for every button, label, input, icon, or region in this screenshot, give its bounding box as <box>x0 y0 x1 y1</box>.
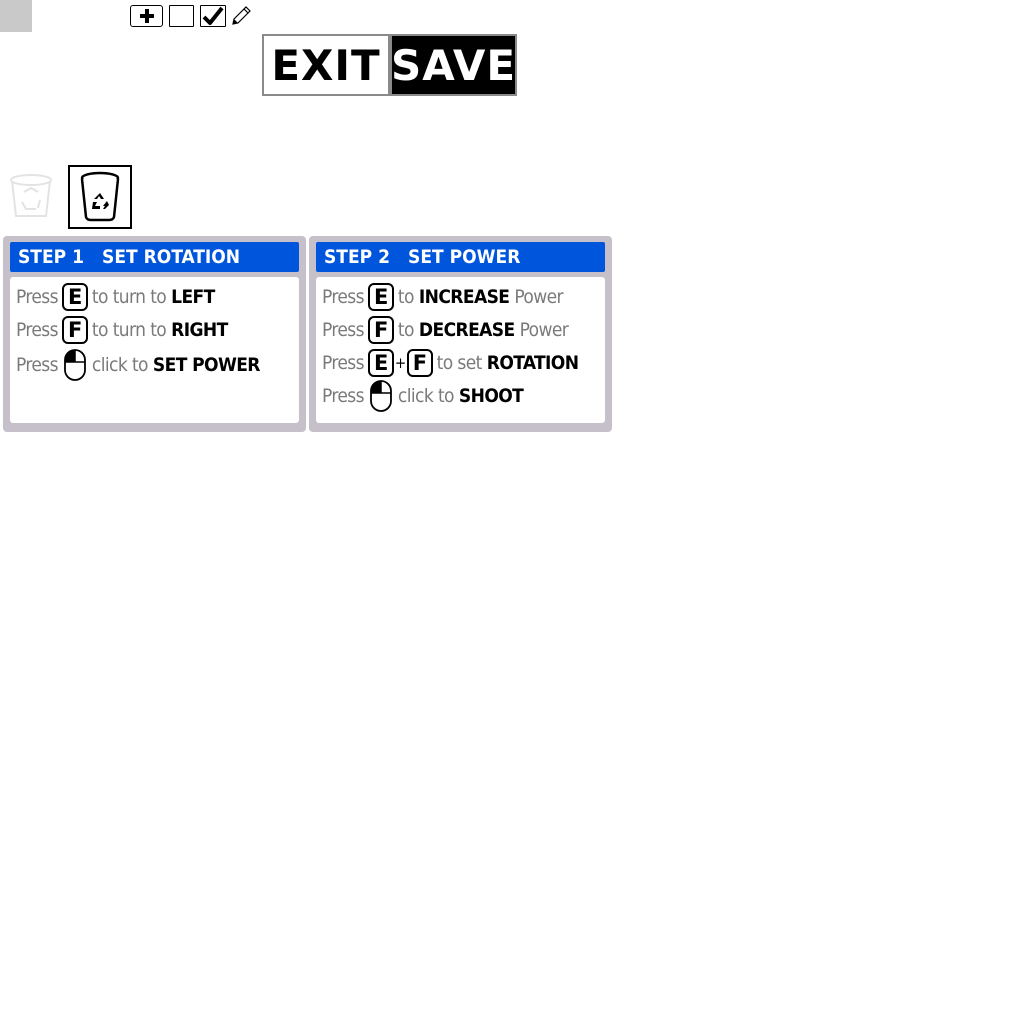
step-1-panel: STEP 1 SET ROTATION Press E to turn to L… <box>3 236 306 432</box>
instruction-line: Press click to SHOOT <box>322 380 524 412</box>
step-1-title: SET ROTATION <box>102 246 241 268</box>
action-text: INCREASE <box>418 286 510 308</box>
press-text: Press <box>322 385 365 407</box>
action-text: RIGHT <box>171 319 228 341</box>
press-text: Press <box>322 319 365 341</box>
instruction-text: click to <box>91 354 149 376</box>
instruction-line: Press E + F to set ROTATION <box>322 349 579 377</box>
step-2-title: SET POWER <box>408 246 521 268</box>
step-2-header: STEP 2 SET POWER <box>316 242 605 272</box>
step-2-label: STEP 2 <box>324 246 391 268</box>
add-icon <box>139 9 154 23</box>
key-f-icon: F <box>367 316 394 344</box>
instruction-text: click to <box>397 385 455 407</box>
key-f-icon: F <box>406 349 433 377</box>
action-text: SET POWER <box>152 354 261 376</box>
action-text: ROTATION <box>486 352 579 374</box>
press-text: Press <box>322 286 365 308</box>
action-text: LEFT <box>171 286 215 308</box>
instruction-line: Press E to INCREASE Power <box>322 283 564 311</box>
faint-recycle-bin-icon <box>8 172 54 220</box>
mouse-click-icon <box>370 380 392 412</box>
blank-checkbox[interactable] <box>169 5 194 27</box>
step-1-header: STEP 1 SET ROTATION <box>10 242 299 272</box>
step-1-label: STEP 1 <box>18 246 85 268</box>
key-e-icon: E <box>61 283 88 311</box>
mouse-click-icon <box>64 349 86 381</box>
checkmark-button[interactable] <box>200 5 226 27</box>
step-2-body: Press E to INCREASE Power Press F to DEC… <box>316 277 605 423</box>
recycle-bin-icon <box>80 171 120 222</box>
key-f-icon: F <box>61 316 88 344</box>
instruction-line: Press click to SET POWER <box>16 349 260 381</box>
recycle-bin-button[interactable] <box>68 165 132 229</box>
instruction-text: to turn to <box>91 319 167 341</box>
plus-sign: + <box>394 354 406 372</box>
action-text: DECREASE <box>418 319 515 341</box>
save-button[interactable]: SAVE <box>390 34 517 96</box>
press-text: Press <box>322 352 365 374</box>
pencil-icon <box>232 6 251 25</box>
suffix-text: Power <box>519 319 569 341</box>
instruction-text: to turn to <box>91 286 167 308</box>
action-text: SHOOT <box>458 385 524 407</box>
press-text: Press <box>16 319 59 341</box>
instruction-line: Press F to turn to RIGHT <box>16 316 228 344</box>
exit-button[interactable]: EXIT <box>262 34 390 96</box>
color-swatch[interactable] <box>0 0 32 32</box>
press-text: Press <box>16 354 59 376</box>
instruction-text: to <box>397 319 415 341</box>
press-text: Press <box>16 286 59 308</box>
add-button[interactable] <box>130 5 163 27</box>
checkmark-icon <box>202 6 224 25</box>
instruction-line: Press E to turn to LEFT <box>16 283 215 311</box>
key-e-icon: E <box>367 349 394 377</box>
instruction-text: to <box>397 286 415 308</box>
pencil-button[interactable] <box>229 4 253 33</box>
step-2-panel: STEP 2 SET POWER Press E to INCREASE Pow… <box>309 236 612 432</box>
instruction-text: to set <box>436 352 483 374</box>
key-e-icon: E <box>367 283 394 311</box>
suffix-text: Power <box>514 286 563 308</box>
step-1-body: Press E to turn to LEFT Press F to turn … <box>10 277 299 423</box>
instruction-line: Press F to DECREASE Power <box>322 316 569 344</box>
